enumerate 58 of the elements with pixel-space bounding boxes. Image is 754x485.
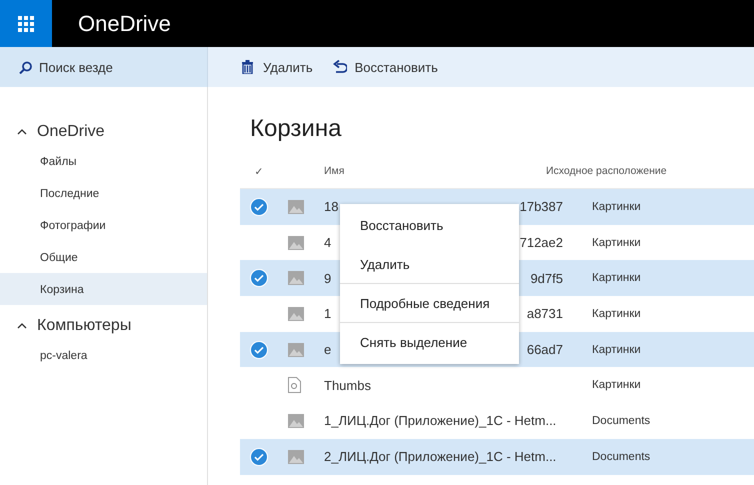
file-name: 9d7f5 — [530, 270, 563, 286]
restore-button[interactable]: Восстановить — [332, 47, 438, 87]
image-file-icon — [288, 342, 304, 357]
image-file-icon — [288, 271, 304, 286]
location-cell-text: Documents — [592, 450, 652, 463]
column-header[interactable]: Исходное расположение — [546, 165, 754, 177]
file-name: 4 — [324, 235, 332, 250]
search-icon — [19, 60, 32, 74]
menu-item[interactable]: Подробные сведения — [340, 284, 519, 323]
page-title: Корзина — [250, 115, 342, 144]
row-checkbox[interactable] — [250, 448, 268, 466]
undo-arrow-icon — [332, 60, 347, 74]
search-field[interactable]: Поиск везде — [0, 47, 208, 87]
file-name: 1 — [324, 306, 332, 322]
select-all-check[interactable]: ✓ — [254, 164, 264, 178]
location-cell-text: Картинки — [592, 344, 642, 356]
file-name: Thumbs — [324, 378, 371, 393]
row-checkbox[interactable] — [250, 269, 268, 288]
file-name: 9 — [324, 270, 332, 286]
row-checkbox[interactable] — [250, 340, 268, 359]
app-title[interactable]: OneDrive — [78, 10, 171, 36]
sidebar-item[interactable]: pc-valera — [0, 339, 207, 371]
file-name: 1_ЛИЦ.Дог (Приложение)_1С - Hetm... — [324, 413, 556, 428]
sidebar-item[interactable]: Файлы — [0, 145, 207, 177]
image-file-icon — [288, 414, 304, 428]
file-name: 18 — [324, 199, 338, 214]
file-name: 712ae2 — [520, 235, 563, 250]
section-header[interactable]: OneDrive — [0, 119, 207, 145]
section-header[interactable]: Компьютеры — [0, 313, 207, 339]
location-cell-text: Картинки — [592, 308, 642, 320]
sidebar-item[interactable]: Фотографии — [0, 209, 207, 241]
image-file-icon — [288, 450, 304, 464]
location-cell-text: Картинки — [592, 200, 642, 213]
location-cell-text: Documents — [592, 414, 652, 427]
sidebar-item[interactable]: Последние — [0, 177, 207, 209]
menu-item[interactable]: Снять выделение — [340, 323, 519, 362]
image-file-icon — [288, 236, 304, 250]
file-name: e — [324, 342, 332, 358]
app-launcher-button[interactable] — [0, 0, 52, 47]
waffle-icon — [18, 16, 34, 32]
sidebar-item[interactable]: Общие — [0, 241, 207, 273]
delete-button[interactable]: Удалить — [241, 47, 313, 87]
image-file-icon — [288, 306, 304, 321]
file-name: 17b387 — [520, 199, 563, 214]
location-cell-text: Картинки — [592, 236, 642, 249]
location-cell-text: Картинки — [592, 379, 642, 392]
file-name: 66ad7 — [526, 342, 563, 358]
sidebar-item[interactable]: Корзина — [0, 273, 207, 305]
file-icon — [288, 377, 301, 394]
column-header[interactable]: Имя — [324, 165, 546, 177]
file-name: a8731 — [526, 306, 563, 322]
trash-icon — [241, 60, 255, 74]
menu-item[interactable]: Восстановить — [340, 206, 519, 245]
menu-item[interactable]: Удалить — [340, 245, 519, 284]
image-file-icon — [288, 200, 304, 214]
file-name: 2_ЛИЦ.Дог (Приложение)_1С - Hetm... — [324, 449, 556, 464]
location-cell-text: Картинки — [592, 272, 642, 284]
row-checkbox[interactable] — [250, 198, 268, 216]
